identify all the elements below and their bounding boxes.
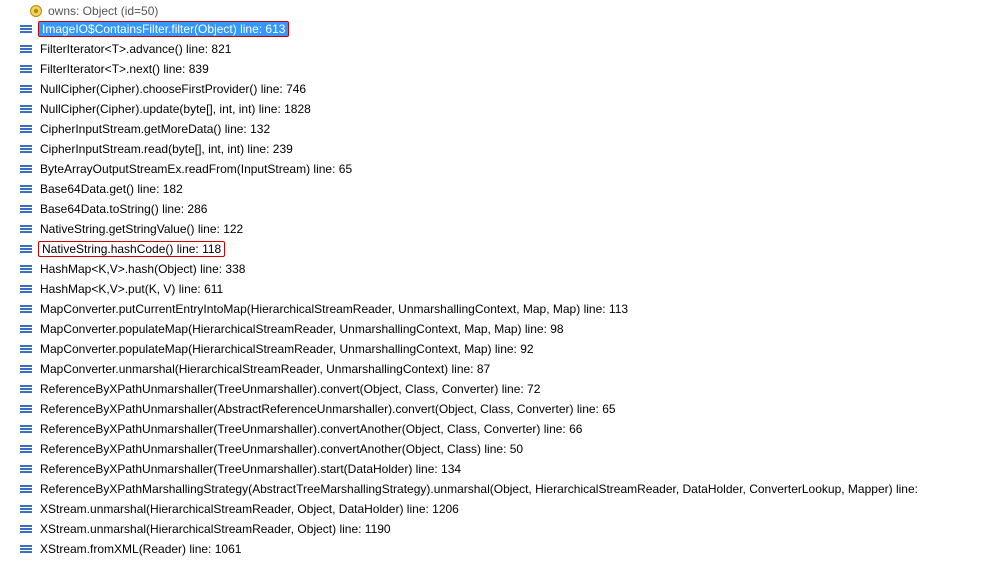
- stack-frame-icon: [18, 341, 34, 357]
- stack-frame-icon: [18, 461, 34, 477]
- stack-frame[interactable]: ReferenceByXPathUnmarshaller(TreeUnmarsh…: [0, 459, 990, 479]
- stack-frame-label: NullCipher(Cipher).update(byte[], int, i…: [38, 101, 313, 117]
- stack-frame-icon: [18, 301, 34, 317]
- stack-frame-icon: [18, 21, 34, 37]
- stack-frame-icon: [18, 381, 34, 397]
- stack-frame-icon: [18, 481, 34, 497]
- stack-frame-label: NullCipher(Cipher).chooseFirstProvider()…: [38, 81, 308, 97]
- stack-frame[interactable]: MapConverter.unmarshal(HierarchicalStrea…: [0, 359, 990, 379]
- stack-frame-icon: [18, 541, 34, 557]
- stack-frame[interactable]: FilterIterator<T>.next() line: 839: [0, 59, 990, 79]
- stack-frame[interactable]: ReferenceByXPathUnmarshaller(TreeUnmarsh…: [0, 379, 990, 399]
- stack-frame-label: HashMap<K,V>.put(K, V) line: 611: [38, 281, 225, 297]
- stack-frame[interactable]: ReferenceByXPathUnmarshaller(TreeUnmarsh…: [0, 419, 990, 439]
- stack-frame-label: ReferenceByXPathUnmarshaller(TreeUnmarsh…: [38, 461, 463, 477]
- stack-frame-icon: [18, 521, 34, 537]
- stack-frame[interactable]: ImageIO$ContainsFilter.filter(Object) li…: [0, 19, 990, 39]
- stack-frame-label: CipherInputStream.getMoreData() line: 13…: [38, 121, 272, 137]
- stack-frame-label: ReferenceByXPathUnmarshaller(TreeUnmarsh…: [38, 441, 525, 457]
- stack-frame[interactable]: ReferenceByXPathUnmarshaller(TreeUnmarsh…: [0, 439, 990, 459]
- stack-frame-icon: [18, 321, 34, 337]
- stack-frame-label: ByteArrayOutputStreamEx.readFrom(InputSt…: [38, 161, 354, 177]
- stack-frame-label: XStream.unmarshal(HierarchicalStreamRead…: [38, 501, 461, 517]
- stack-frame[interactable]: ReferenceByXPathMarshallingStrategy(Abst…: [0, 479, 990, 499]
- stack-frame-icon: [18, 281, 34, 297]
- stack-frame[interactable]: XStream.unmarshal(HierarchicalStreamRead…: [0, 519, 990, 539]
- stack-frame-icon: [18, 141, 34, 157]
- stack-frame[interactable]: ByteArrayOutputStreamEx.readFrom(InputSt…: [0, 159, 990, 179]
- stack-frame-label: ReferenceByXPathUnmarshaller(AbstractRef…: [38, 401, 618, 417]
- stack-frame-icon: [18, 201, 34, 217]
- stack-frame[interactable]: XStream.fromXML(Reader) line: 1061: [0, 539, 990, 559]
- stack-frame-icon: [18, 61, 34, 77]
- stack-frame-label: MapConverter.populateMap(HierarchicalStr…: [38, 321, 566, 337]
- stack-frame-label: Base64Data.get() line: 182: [38, 181, 185, 197]
- stack-frame[interactable]: HashMap<K,V>.put(K, V) line: 611: [0, 279, 990, 299]
- stack-frame[interactable]: ReferenceByXPathUnmarshaller(AbstractRef…: [0, 399, 990, 419]
- stack-frame[interactable]: HashMap<K,V>.hash(Object) line: 338: [0, 259, 990, 279]
- stack-frame-label: ReferenceByXPathUnmarshaller(TreeUnmarsh…: [38, 381, 542, 397]
- stack-frame[interactable]: Base64Data.get() line: 182: [0, 179, 990, 199]
- stack-frame-label: ImageIO$ContainsFilter.filter(Object) li…: [38, 21, 289, 37]
- stack-frame-icon: [18, 261, 34, 277]
- stack-frame-label: HashMap<K,V>.hash(Object) line: 338: [38, 261, 247, 277]
- stack-frame-icon: [18, 361, 34, 377]
- stack-frame-label: CipherInputStream.read(byte[], int, int)…: [38, 141, 295, 157]
- stack-frame[interactable]: MapConverter.populateMap(HierarchicalStr…: [0, 319, 990, 339]
- stack-frame[interactable]: CipherInputStream.read(byte[], int, int)…: [0, 139, 990, 159]
- stack-frame[interactable]: MapConverter.populateMap(HierarchicalStr…: [0, 339, 990, 359]
- stack-frame-label: ReferenceByXPathUnmarshaller(TreeUnmarsh…: [38, 421, 584, 437]
- stack-frame-icon: [18, 41, 34, 57]
- stack-frame-label: MapConverter.putCurrentEntryIntoMap(Hier…: [38, 301, 630, 317]
- stack-frame-icon: [18, 441, 34, 457]
- variable-text: owns: Object (id=50): [48, 4, 158, 18]
- stack-frame-label: NativeString.getStringValue() line: 122: [38, 221, 245, 237]
- stack-frame-icon: [18, 121, 34, 137]
- stack-frame[interactable]: CipherInputStream.getMoreData() line: 13…: [0, 119, 990, 139]
- stack-frame[interactable]: NativeString.getStringValue() line: 122: [0, 219, 990, 239]
- stack-frame-icon: [18, 101, 34, 117]
- stack-frame[interactable]: NullCipher(Cipher).update(byte[], int, i…: [0, 99, 990, 119]
- stack-frame-label: FilterIterator<T>.next() line: 839: [38, 61, 211, 77]
- variable-icon: [28, 3, 44, 19]
- stack-frame[interactable]: Base64Data.toString() line: 286: [0, 199, 990, 219]
- stack-frame-label: MapConverter.unmarshal(HierarchicalStrea…: [38, 361, 492, 377]
- stack-frame[interactable]: MapConverter.putCurrentEntryIntoMap(Hier…: [0, 299, 990, 319]
- stack-frame-label: ReferenceByXPathMarshallingStrategy(Abst…: [38, 481, 920, 497]
- stack-frame-icon: [18, 241, 34, 257]
- stack-frame-icon: [18, 421, 34, 437]
- stack-frame-icon: [18, 501, 34, 517]
- stack-frame-label: Base64Data.toString() line: 286: [38, 201, 209, 217]
- stack-frame-icon: [18, 221, 34, 237]
- stack-frame-icon: [18, 401, 34, 417]
- stack-frame-label: XStream.unmarshal(HierarchicalStreamRead…: [38, 521, 393, 537]
- stack-frame-icon: [18, 161, 34, 177]
- stack-frame-icon: [18, 181, 34, 197]
- stack-frame-label: NativeString.hashCode() line: 118: [38, 241, 225, 257]
- stack-frame[interactable]: XStream.unmarshal(HierarchicalStreamRead…: [0, 499, 990, 519]
- stack-frame[interactable]: NullCipher(Cipher).chooseFirstProvider()…: [0, 79, 990, 99]
- stack-frame-icon: [18, 81, 34, 97]
- stack-frame-label: FilterIterator<T>.advance() line: 821: [38, 41, 233, 57]
- stack-frame-label: XStream.fromXML(Reader) line: 1061: [38, 541, 243, 557]
- stack-frame[interactable]: NativeString.hashCode() line: 118: [0, 239, 990, 259]
- stack-trace-view: owns: Object (id=50) ImageIO$ContainsFil…: [0, 0, 990, 561]
- variable-row[interactable]: owns: Object (id=50): [0, 2, 990, 19]
- stack-frame[interactable]: FilterIterator<T>.advance() line: 821: [0, 39, 990, 59]
- stack-frame-label: MapConverter.populateMap(HierarchicalStr…: [38, 341, 536, 357]
